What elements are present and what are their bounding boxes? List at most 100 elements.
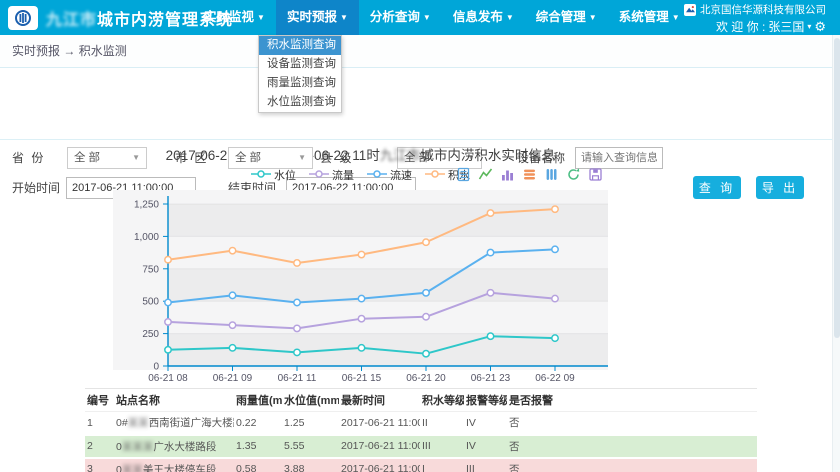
menu-item-5[interactable]: 综合管理▼ [525,0,608,35]
legend-marker-icon [251,169,271,182]
legend-item-水位[interactable]: 水位 [251,167,296,183]
table-cell: 3.88 [282,458,339,472]
station-name-cell: 0某某美王大楼停车段 [114,458,234,472]
province-label: 省 份 [12,147,45,169]
menu-item-6[interactable]: 系统管理▼ [608,0,691,35]
legend-item-流速[interactable]: 流速 [367,167,412,183]
company-logo-icon [684,4,696,16]
breadcrumb-separator-icon: → [63,44,75,58]
tiled-icon[interactable] [544,167,559,182]
station-table: 编号站点名称雨量值(mm)水位值(mm)最新时间积水等级报警等级是否报警 10#… [85,388,757,472]
menu-item-1[interactable]: 实时监视▼ [193,0,276,35]
submenu-dropdown: 积水监测查询设备监测查询雨量监测查询水位监测查询 [258,35,342,113]
svg-text:250: 250 [142,329,159,340]
table-cell: IV [464,435,507,458]
table-header-cell: 雨量值(mm) [234,389,282,412]
table-header-cell: 水位值(mm) [282,389,339,412]
data-view-icon[interactable] [456,167,471,182]
dropdown-item-4[interactable]: 水位监测查询 [259,93,341,112]
table-cell: 1.35 [234,435,282,458]
chevron-down-icon: ▼ [257,13,265,22]
table-cell: 2017-06-21 11:00:00 [339,458,420,472]
line-chart[interactable]: 02505007501,0001,25006-21 0806-21 0906-2… [88,184,633,391]
menu-item-4[interactable]: 信息发布▼ [442,0,525,35]
app-logo-icon [8,6,38,30]
welcome-line: 欢 迎 你 : 张三国 ▾ ⚙ [684,18,826,35]
svg-text:06-22 09: 06-22 09 [535,373,575,384]
svg-text:750: 750 [142,264,159,275]
scrollbar-thumb[interactable] [834,38,840,338]
breadcrumb: 实时预报 → 积水监测 [0,35,832,68]
table-cell: 2017-06-21 11:00:00 [339,435,420,458]
stack-icon[interactable] [522,167,537,182]
svg-text:06-21 09: 06-21 09 [213,373,253,384]
table-header-cell: 报警等级 [464,389,507,412]
chevron-down-icon: ▼ [506,13,514,22]
save-image-icon[interactable] [588,167,603,182]
station-name-cell: 0某某某广水大楼路段 [114,435,234,458]
table-cell: III [420,435,464,458]
table-row[interactable]: 10#某某西南街道广海大楼路段0.221.252017-06-21 11:00:… [85,412,757,435]
welcome-text: 欢 迎 你 : [716,18,765,35]
redacted-text: 某某某 [122,441,154,453]
table-cell: 1.25 [282,412,339,435]
bar-chart-icon[interactable] [500,167,515,182]
legend-item-流量[interactable]: 流量 [309,167,354,183]
dropdown-item-1[interactable]: 积水监测查询 [259,36,341,55]
chevron-down-icon: ▼ [298,148,306,168]
table-row[interactable]: 20某某某广水大楼路段1.355.552017-06-21 11:00:00II… [85,435,757,458]
menu-item-3[interactable]: 分析查询▼ [359,0,442,35]
table-cell: 0.22 [234,412,282,435]
table-cell: 2017-06-21 11:00:00 [339,412,420,435]
station-name-cell: 0#某某西南街道广海大楼路段 [114,412,234,435]
vertical-scrollbar[interactable] [832,35,840,472]
redacted-text: 某某 [128,417,149,429]
username[interactable]: 张三国 [768,18,804,35]
table-cell: IV [464,412,507,435]
redacted-city-name: 九江市 [380,148,421,163]
export-button[interactable]: 导 出 [756,176,804,199]
table-cell: I [420,458,464,472]
table-row[interactable]: 30某某美王大楼停车段0.583.882017-06-21 11:00:00II… [85,458,757,472]
menu-item-2[interactable]: 实时预报▼ [276,0,359,35]
chevron-down-icon: ▼ [589,13,597,22]
dropdown-item-3[interactable]: 雨量监测查询 [259,74,341,93]
navbar-right: 北京国信华源科技有限公司 欢 迎 你 : 张三国 ▾ ⚙ [684,0,826,35]
chart-legend-row: 水位流量流速积水 [88,166,633,184]
restore-icon[interactable] [566,167,581,182]
legend-marker-icon [309,169,329,182]
settings-gear-icon[interactable]: ⚙ [814,20,826,33]
table-cell: II [420,412,464,435]
chart-toolbox [456,167,603,182]
start-time-label: 开始时间 [12,177,60,199]
svg-text:06-21 15: 06-21 15 [342,373,382,384]
table-header-cell: 积水等级 [420,389,464,412]
legend-marker-icon [367,169,387,182]
chevron-down-icon: ▼ [340,13,348,22]
table-cell: 否 [507,458,757,472]
company-line: 北京国信华源科技有限公司 [684,2,826,17]
dropdown-item-2[interactable]: 设备监测查询 [259,55,341,74]
search-button[interactable]: 查 询 [693,176,741,199]
table-cell: 否 [507,412,757,435]
chevron-down-icon: ▼ [672,13,680,22]
chevron-down-icon: ▼ [423,13,431,22]
line-chart-icon[interactable] [478,167,493,182]
app-root: 九江市城市内涝管理系统 实时监视▼实时预报▼分析查询▼信息发布▼综合管理▼系统管… [0,0,840,472]
legend-marker-icon [425,169,445,182]
redacted-text: 某某 [122,464,143,472]
svg-text:06-21 08: 06-21 08 [148,373,188,384]
svg-text:1,000: 1,000 [134,232,159,243]
table-cell: III [464,458,507,472]
city-select[interactable]: 全部▼ [228,147,313,169]
table-header-row: 编号站点名称雨量值(mm)水位值(mm)最新时间积水等级报警等级是否报警 [85,389,757,412]
svg-text:06-21 20: 06-21 20 [406,373,446,384]
table-header-cell: 最新时间 [339,389,420,412]
redacted-city-name: 九江市 [46,12,97,29]
table-cell: 0.58 [234,458,282,472]
table-cell: 3 [85,458,114,472]
svg-text:06-21 23: 06-21 23 [471,373,511,384]
table-cell: 1 [85,412,114,435]
main-menu: 实时监视▼实时预报▼分析查询▼信息发布▼综合管理▼系统管理▼ [193,0,691,35]
user-caret-icon[interactable]: ▾ [807,22,811,31]
